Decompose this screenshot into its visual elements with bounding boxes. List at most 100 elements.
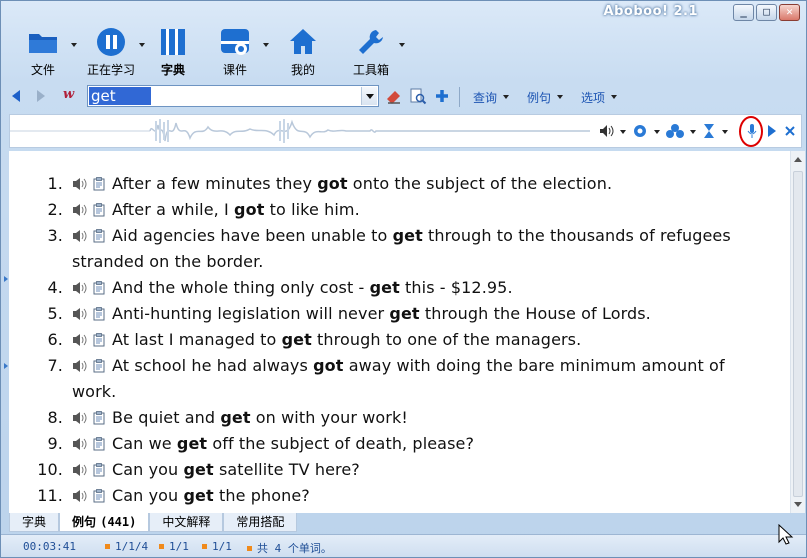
main-toolbar: 文件 正在学习 字典 课件 我的 工具箱 [9,23,405,79]
speaker-icon[interactable] [72,333,88,347]
vertical-scrollbar[interactable] [790,151,805,513]
clipboard-icon[interactable] [93,463,105,477]
examples-menu[interactable]: 例句 [527,89,564,106]
clipboard-icon[interactable] [93,359,105,373]
example-item[interactable]: 9. Can we get off the subject of death, p… [9,431,790,457]
volume-icon[interactable] [598,123,614,139]
example-actions [72,457,112,483]
example-item[interactable]: 6. At last I managed to get through to on… [9,327,790,353]
scroll-up-arrow[interactable] [794,157,802,162]
keyword-highlight: got [317,174,348,193]
microphone-icon[interactable] [746,123,758,139]
gear-icon[interactable] [632,123,648,139]
example-actions [72,431,112,457]
speaker-icon[interactable] [72,281,88,295]
example-text: Can you [112,486,184,505]
clover-icon[interactable] [666,123,684,139]
tab-count: (441) [100,515,137,529]
chevron-down-icon[interactable] [722,130,728,134]
clipboard-icon[interactable] [93,203,105,217]
chevron-down-icon[interactable] [399,43,405,47]
keyword-highlight: got [234,200,265,219]
clipboard-icon[interactable] [93,411,105,425]
close-icon[interactable] [784,123,796,139]
toolbar-mine[interactable]: 我的 [269,23,337,79]
status-dot [105,544,110,549]
forward-arrow-icon[interactable] [37,90,45,102]
speaker-icon[interactable] [72,177,88,191]
keyword-highlight: get [389,304,420,323]
clipboard-icon[interactable] [93,307,105,321]
speaker-icon[interactable] [72,463,88,477]
speaker-icon[interactable] [72,203,88,217]
toolbar-dictionary[interactable]: 字典 [145,23,201,79]
splitter-handle[interactable] [4,276,8,282]
example-item[interactable]: 8. Be quiet and get on with your work! [9,405,790,431]
clipboard-icon[interactable] [93,333,105,347]
status-field-3-value: 1/1 [212,540,232,553]
search-dropdown-button[interactable] [361,87,377,105]
speaker-icon[interactable] [72,437,88,451]
close-button[interactable]: ✕ [779,4,800,21]
waveform[interactable] [10,115,590,147]
page-search-icon[interactable] [409,87,427,105]
speaker-icon[interactable] [72,229,88,243]
speaker-icon[interactable] [72,489,88,503]
tab-chinese-explanation[interactable]: 中文解释 [149,513,224,532]
tab-examples[interactable]: 例句 (441) [59,513,150,532]
example-item[interactable]: 10. Can you get satellite TV here? [9,457,790,483]
speaker-icon[interactable] [72,359,88,373]
pause-icon [93,26,129,58]
example-item[interactable]: 5. Anti-hunting legislation will never ge… [9,301,790,327]
tab-dictionary[interactable]: 字典 [9,513,60,532]
options-menu[interactable]: 选项 [581,89,618,106]
status-dot [202,544,207,549]
example-item[interactable]: 4. And the whole thing only cost - get th… [9,275,790,301]
back-arrow-icon[interactable] [12,90,20,102]
app-window: Aboboo! 2.1 _ □ ✕ 文件 正在学习 字典 课件 我的 工具箱 w… [0,0,807,558]
example-item[interactable]: 1. After a few minutes they got onto the … [9,171,790,197]
app-title: Aboboo! 2.1 [603,4,698,19]
eraser-icon[interactable] [385,87,403,105]
chevron-down-icon[interactable] [690,130,696,134]
clipboard-icon[interactable] [93,177,105,191]
chevron-down-icon[interactable] [654,130,660,134]
add-icon[interactable] [433,87,451,105]
query-menu[interactable]: 查询 [473,89,510,106]
scroll-down-arrow[interactable] [794,502,802,507]
example-item[interactable]: 2. After a while, I got to like him. [9,197,790,223]
hourglass-icon[interactable] [702,123,716,139]
clipboard-icon[interactable] [93,229,105,243]
chevron-down-icon[interactable] [620,130,626,134]
example-item[interactable]: 7. At school he had always got away with … [9,353,790,405]
clipboard-icon[interactable] [93,437,105,451]
example-text: off the subject of death, please? [207,434,475,453]
audio-strip [9,114,802,148]
splitter-handle[interactable] [4,363,8,369]
clipboard-icon[interactable] [93,281,105,295]
status-field-1-value: 1/1/4 [115,540,149,553]
toolbar-file[interactable]: 文件 [9,23,77,79]
example-text: through the House of Lords. [419,304,651,323]
search-row: w 查询 例句 选项 [1,83,806,111]
search-combobox[interactable] [87,85,379,107]
speaker-icon[interactable] [72,307,88,321]
minimize-button[interactable]: _ [733,4,754,21]
maximize-button[interactable]: □ [756,4,777,21]
toolbar-learning[interactable]: 正在学习 [77,23,145,79]
example-item[interactable]: 3. Aid agencies have been unable to get t… [9,223,790,275]
clipboard-icon[interactable] [93,489,105,503]
search-input[interactable] [89,87,151,105]
toolbar-courseware[interactable]: 课件 [201,23,269,79]
w-logo-icon[interactable]: w [63,87,74,102]
folder-icon [25,26,61,58]
status-dot [159,544,164,549]
tab-collocations[interactable]: 常用搭配 [223,513,298,532]
scroll-thumb[interactable] [793,171,803,497]
play-icon[interactable] [767,123,777,139]
toolbar-toolbox[interactable]: 工具箱 [337,23,405,79]
example-item[interactable]: 11. Can you get the phone? [9,483,790,509]
separator [459,87,460,107]
status-words-value: 共 4 个单词。 [257,542,332,555]
speaker-icon[interactable] [72,411,88,425]
